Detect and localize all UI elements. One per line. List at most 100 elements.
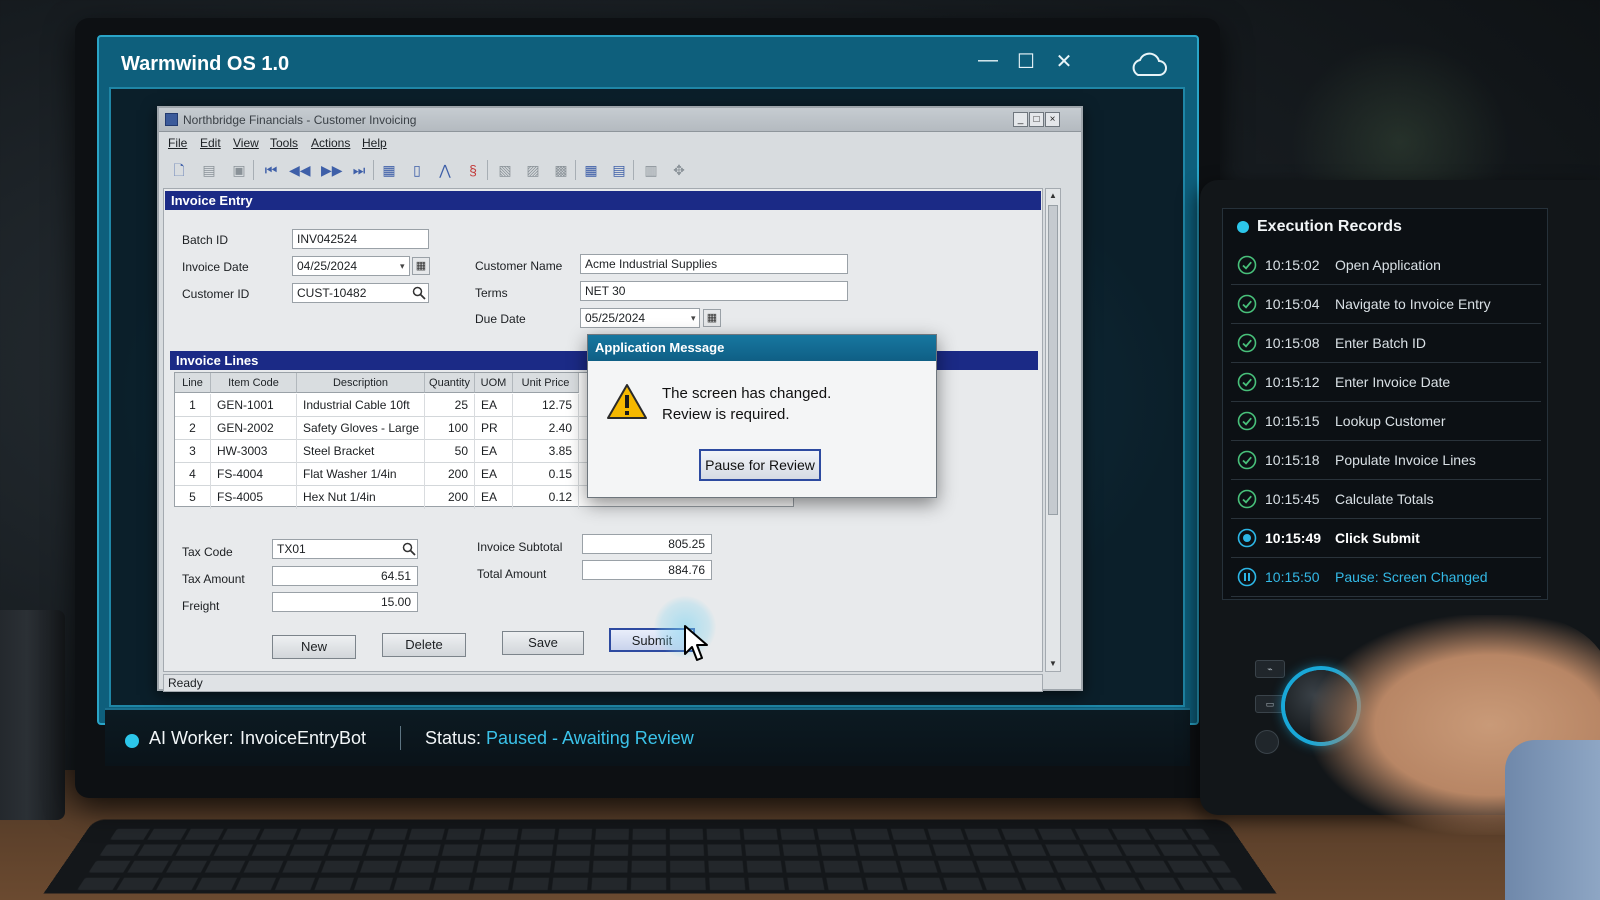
cell-uom: EA [475,486,513,509]
delete-button[interactable]: Delete [382,633,466,657]
menu-file[interactable]: File [168,136,187,150]
list-icon[interactable]: ▤ [609,160,629,180]
app-close-button[interactable]: × [1045,112,1060,127]
scroll-thumb[interactable] [1048,205,1058,515]
app-minimize-button[interactable]: _ [1013,112,1028,127]
search-icon[interactable] [412,286,426,300]
invoice-entry-header: Invoice Entry [165,191,1041,210]
chevron-down-icon[interactable]: ▾ [400,261,405,272]
cell-uom: EA [475,394,513,417]
tax-code-field[interactable]: TX01 [272,539,418,559]
device-button-1[interactable]: ⌁ [1255,660,1285,678]
prev-record-icon[interactable]: ◀◀ [289,160,311,180]
freight-field[interactable]: 15.00 [272,592,418,612]
refresh-icon[interactable]: ▩ [551,160,571,180]
save-button[interactable]: Save [502,631,584,655]
execution-record: 10:15:12 Enter Invoice Date [1231,364,1541,402]
page-icon[interactable]: ▯ [407,160,427,180]
cell-line: 1 [175,394,211,417]
column-header[interactable]: Quantity [425,373,475,393]
new-button[interactable]: New [272,635,356,659]
paste-icon[interactable]: ▨ [523,160,543,180]
batch-id-field[interactable]: INV042524 [292,229,429,249]
help-icon[interactable]: ✥ [669,160,689,180]
execution-record: 10:15:45 Calculate Totals [1231,481,1541,519]
first-record-icon[interactable]: ⏮ [261,160,281,180]
check-circle-icon [1237,255,1257,275]
new-doc-icon[interactable]: 🗋 [169,160,189,180]
tax-amount-label: Tax Amount [182,572,245,586]
close-button[interactable]: ✕ [1050,49,1078,74]
scroll-down-icon[interactable]: ▼ [1046,657,1060,671]
total-amount-field[interactable]: 884.76 [582,560,712,580]
column-header[interactable]: UOM [475,373,513,393]
column-header[interactable]: Item Code [211,373,297,393]
execution-records-panel: Execution Records 10:15:02 Open Applicati… [1222,208,1548,600]
search-icon[interactable] [402,542,416,556]
minimize-button[interactable]: — [974,49,1002,72]
cell-quantity: 200 [425,463,475,486]
column-header[interactable]: Line [175,373,211,393]
device-button-2[interactable]: ▭ [1255,695,1285,713]
menu-actions[interactable]: Actions [311,136,350,150]
menu-view[interactable]: View [233,136,259,150]
record-step: Lookup Customer [1335,413,1446,429]
due-date-field[interactable]: 05/25/2024 [580,308,700,328]
check-circle-icon [1237,372,1257,392]
cell-line: 4 [175,463,211,486]
edit-icon[interactable]: ⋀ [435,160,455,180]
copy-icon[interactable]: ▧ [495,160,515,180]
device-button-3[interactable] [1255,730,1279,754]
pause-icon [1237,567,1257,587]
record-time: 10:15:02 [1265,257,1320,273]
record-time: 10:15:50 [1265,569,1320,585]
calendar-icon[interactable]: ▦ [412,257,430,275]
column-header[interactable]: Description [297,373,425,393]
column-header[interactable]: Unit Price [513,373,579,393]
cell-quantity: 25 [425,394,475,417]
menu-help[interactable]: Help [362,136,387,150]
scroll-up-icon[interactable]: ▲ [1046,189,1060,203]
status-indicator-dot [125,734,139,748]
execution-record: 10:15:04 Navigate to Invoice Entry [1231,286,1541,324]
maximize-button[interactable]: ☐ [1012,49,1040,74]
link-icon[interactable]: § [463,160,483,180]
check-circle-icon [1237,489,1257,509]
cloud-icon[interactable] [1129,51,1167,79]
report-icon[interactable]: ▦ [379,160,399,180]
options-icon[interactable]: ▥ [641,160,661,180]
grid-icon[interactable]: ▦ [581,160,601,180]
os-title: Warmwind OS 1.0 [121,53,290,75]
last-record-icon[interactable]: ⏭ [349,160,369,180]
chevron-down-icon[interactable]: ▾ [691,313,696,324]
cell-item-code: HW-3003 [211,440,297,463]
pause-for-review-button[interactable]: Pause for Review [699,449,821,481]
record-step: Navigate to Invoice Entry [1335,296,1491,312]
customer-id-label: Customer ID [182,287,250,301]
cell-item-code: FS-4005 [211,486,297,509]
application-message-dialog: Application Message The screen has chang… [587,334,937,498]
invoice-date-field[interactable]: 04/25/2024 [292,256,410,276]
customer-id-field[interactable]: CUST-10482 [292,283,429,303]
terms-field[interactable]: NET 30 [580,281,848,301]
record-time: 10:15:15 [1265,413,1320,429]
open-icon[interactable]: ▤ [199,160,219,180]
next-record-icon[interactable]: ▶▶ [321,160,343,180]
app-titlebar: Northbridge Financials - Customer Invoic… [159,108,1081,132]
check-circle-icon [1237,294,1257,314]
subtotal-field[interactable]: 805.25 [582,534,712,554]
menu-tools[interactable]: Tools [270,136,298,150]
cell-item-code: FS-4004 [211,463,297,486]
app-maximize-button[interactable]: □ [1029,112,1044,127]
customer-name-field[interactable]: Acme Industrial Supplies [580,254,848,274]
vertical-scrollbar[interactable]: ▲ ▼ [1045,188,1061,672]
worker-label: AI Worker: [149,728,234,748]
save-icon[interactable]: ▣ [229,160,249,180]
cell-item-code: GEN-2002 [211,417,297,440]
tax-amount-field[interactable]: 64.51 [272,566,418,586]
calendar-icon[interactable]: ▦ [703,309,721,327]
menu-edit[interactable]: Edit [200,136,221,150]
cell-unit-price: 0.12 [513,486,579,509]
record-time: 10:15:04 [1265,296,1320,312]
due-date-label: Due Date [475,312,526,326]
